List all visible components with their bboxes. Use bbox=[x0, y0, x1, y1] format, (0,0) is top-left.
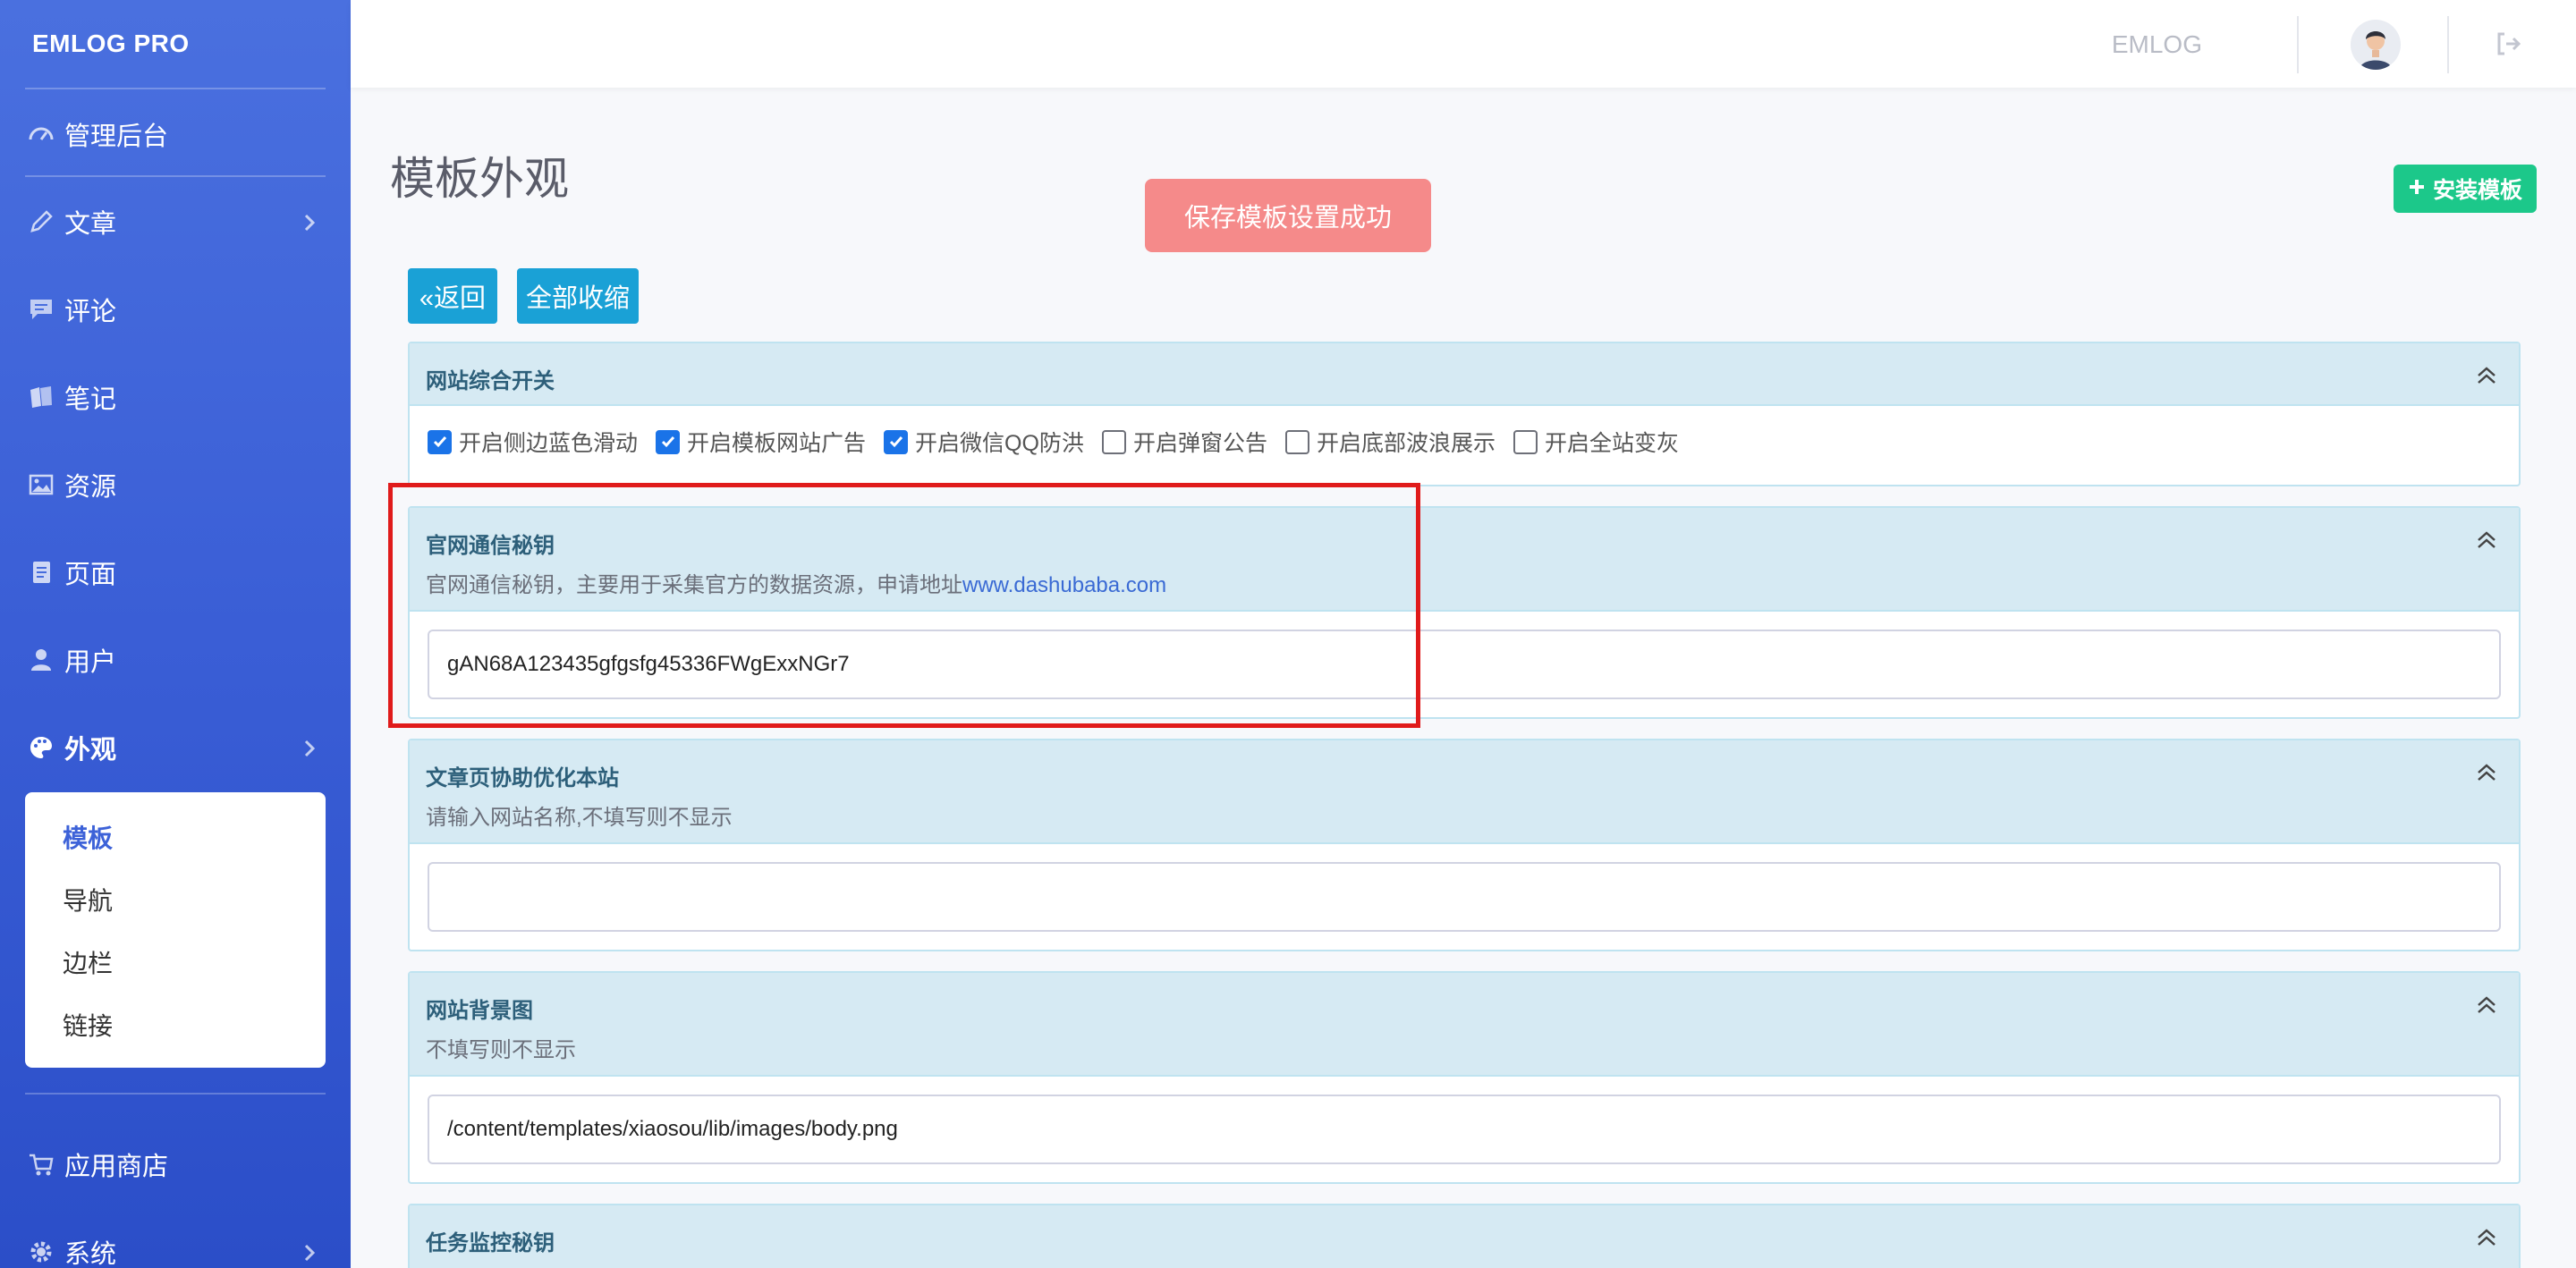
checkbox-box bbox=[1101, 429, 1126, 454]
sidebar-item-label: 用户 bbox=[64, 648, 117, 677]
sidebar-item-articles[interactable]: 文章 bbox=[0, 195, 351, 249]
sidebar-item-label: 文章 bbox=[64, 210, 117, 239]
comment-icon bbox=[25, 293, 57, 325]
checkbox-label: 开启侧边蓝色滑动 bbox=[459, 431, 639, 456]
install-template-label: 安装模板 bbox=[2432, 178, 2522, 203]
install-template-button[interactable]: 安装模板 bbox=[2394, 165, 2537, 213]
check-icon bbox=[884, 429, 909, 454]
panel-header[interactable]: 网站背景图 不填写则不显示 bbox=[410, 973, 2519, 1077]
gear-icon bbox=[25, 1236, 57, 1268]
chevron-right-icon bbox=[301, 211, 318, 241]
sidebar-item-system[interactable]: 系统 bbox=[0, 1225, 351, 1268]
checkbox-label: 开启全站变灰 bbox=[1544, 431, 1679, 456]
check-icon bbox=[656, 429, 681, 454]
sidebar-item-comments[interactable]: 评论 bbox=[0, 283, 351, 336]
sidebar-item-notes[interactable]: 笔记 bbox=[0, 370, 351, 424]
sidebar-item-app-store[interactable]: 应用商店 bbox=[0, 1137, 351, 1191]
user-icon bbox=[25, 644, 57, 676]
page-title: 模板外观 bbox=[390, 154, 569, 204]
checkbox-label: 开启弹窗公告 bbox=[1132, 431, 1267, 456]
panel-header[interactable]: 网站综合开关 bbox=[410, 343, 2519, 406]
submenu-item-sidebar[interactable]: 边栏 bbox=[63, 944, 113, 980]
sidebar-item-label: 评论 bbox=[64, 298, 117, 326]
annotation-highlight-box bbox=[388, 483, 1420, 728]
sidebar-item-users[interactable]: 用户 bbox=[0, 633, 351, 687]
topbar-divider bbox=[2297, 16, 2299, 73]
user-avatar[interactable] bbox=[2351, 20, 2401, 70]
panel-title: 任务监控秘钥 bbox=[426, 1231, 555, 1255]
sidebar-item-label: 管理后台 bbox=[64, 123, 169, 151]
topbar-brand-link[interactable]: EMLOG bbox=[2112, 30, 2202, 59]
panel-header[interactable]: 任务监控秘钥 bbox=[410, 1205, 2519, 1268]
checkbox-template-ads[interactable]: 开启模板网站广告 bbox=[656, 426, 866, 458]
panel-title: 文章页协助优化本站 bbox=[426, 766, 619, 790]
note-icon bbox=[25, 381, 57, 413]
chevron-right-icon bbox=[301, 1241, 318, 1268]
logout-icon[interactable] bbox=[2494, 29, 2524, 59]
brand-logo[interactable]: EMLOG PRO bbox=[0, 0, 351, 88]
submenu-item-links[interactable]: 链接 bbox=[63, 1007, 113, 1043]
sidebar: EMLOG PRO 管理后台 文章 评论 笔记 资源 页面 用户 外观 模板 导… bbox=[0, 0, 351, 1268]
sidebar-item-label: 系统 bbox=[64, 1240, 117, 1268]
checkbox-popup-notice[interactable]: 开启弹窗公告 bbox=[1101, 426, 1267, 458]
checkbox-side-blue-slide[interactable]: 开启侧边蓝色滑动 bbox=[428, 426, 638, 458]
chevron-up-double-icon[interactable] bbox=[2474, 363, 2499, 388]
chevron-up-double-icon[interactable] bbox=[2474, 993, 2499, 1018]
panel-title: 网站背景图 bbox=[426, 999, 533, 1023]
panel-title: 网站综合开关 bbox=[426, 369, 555, 393]
page-icon bbox=[25, 556, 57, 588]
sidebar-item-dashboard[interactable]: 管理后台 bbox=[0, 107, 351, 161]
dashboard-icon bbox=[25, 118, 57, 150]
checkbox-box bbox=[1513, 429, 1538, 454]
palette-icon bbox=[25, 731, 57, 764]
background-image-input[interactable]: /content/templates/xiaosou/lib/images/bo… bbox=[428, 1095, 2501, 1164]
sidebar-item-label: 页面 bbox=[64, 561, 117, 589]
check-icon bbox=[428, 429, 452, 454]
chevron-up-double-icon[interactable] bbox=[2474, 1225, 2499, 1250]
checkbox-bottom-wave[interactable]: 开启底部波浪展示 bbox=[1284, 426, 1496, 458]
sidebar-item-label: 外观 bbox=[64, 736, 117, 765]
submenu-item-templates[interactable]: 模板 bbox=[63, 819, 113, 855]
pencil-icon bbox=[25, 206, 57, 238]
panel-site-switches: 网站综合开关 开启侧边蓝色滑动 开启模板网站广告 开启微信QQ防洪 开启弹窗公告… bbox=[408, 342, 2521, 486]
checkbox-label: 开启底部波浪展示 bbox=[1316, 431, 1496, 456]
switch-row: 开启侧边蓝色滑动 开启模板网站广告 开启微信QQ防洪 开启弹窗公告 开启底部波浪… bbox=[428, 426, 1697, 458]
site-name-input[interactable] bbox=[428, 862, 2501, 932]
chevron-up-double-icon[interactable] bbox=[2474, 528, 2499, 553]
checkbox-grayscale-site[interactable]: 开启全站变灰 bbox=[1513, 426, 1679, 458]
chevron-up-double-icon[interactable] bbox=[2474, 760, 2499, 785]
panel-article-assist: 文章页协助优化本站 请输入网站名称,不填写则不显示 bbox=[408, 739, 2521, 951]
panel-description: 请输入网站名称,不填写则不显示 bbox=[426, 806, 733, 830]
sidebar-item-label: 应用商店 bbox=[64, 1153, 169, 1181]
panel-description: 不填写则不显示 bbox=[426, 1038, 576, 1062]
submenu-item-navigation[interactable]: 导航 bbox=[63, 882, 113, 917]
checkbox-label: 开启模板网站广告 bbox=[687, 431, 867, 456]
cart-icon bbox=[25, 1148, 57, 1180]
panel-header[interactable]: 文章页协助优化本站 请输入网站名称,不填写则不显示 bbox=[410, 740, 2519, 844]
sidebar-divider bbox=[25, 175, 326, 177]
topbar: EMLOG bbox=[351, 0, 2576, 88]
collapse-all-button[interactable]: 全部收缩 bbox=[517, 268, 639, 324]
chevron-right-icon bbox=[301, 737, 318, 766]
sidebar-item-pages[interactable]: 页面 bbox=[0, 545, 351, 599]
checkbox-box bbox=[1284, 429, 1309, 454]
sidebar-item-resources[interactable]: 资源 bbox=[0, 458, 351, 511]
sidebar-item-label: 资源 bbox=[64, 473, 117, 502]
sidebar-divider bbox=[25, 88, 326, 89]
checkbox-label: 开启微信QQ防洪 bbox=[915, 431, 1084, 456]
sidebar-item-appearance[interactable]: 外观 bbox=[0, 721, 351, 774]
appearance-submenu: 模板 导航 边栏 链接 bbox=[25, 792, 326, 1068]
panel-task-monitor-key: 任务监控秘钥 bbox=[408, 1204, 2521, 1268]
topbar-divider bbox=[2447, 16, 2449, 73]
success-toast: 保存模板设置成功 bbox=[1145, 179, 1431, 252]
checkbox-wechat-qq-guard[interactable]: 开启微信QQ防洪 bbox=[884, 426, 1084, 458]
panel-site-background: 网站背景图 不填写则不显示 /content/templates/xiaosou… bbox=[408, 971, 2521, 1184]
back-button[interactable]: «返回 bbox=[408, 268, 497, 324]
sidebar-item-label: 笔记 bbox=[64, 385, 117, 414]
plus-icon bbox=[2408, 176, 2426, 202]
sidebar-divider bbox=[25, 1093, 326, 1095]
image-icon bbox=[25, 469, 57, 501]
